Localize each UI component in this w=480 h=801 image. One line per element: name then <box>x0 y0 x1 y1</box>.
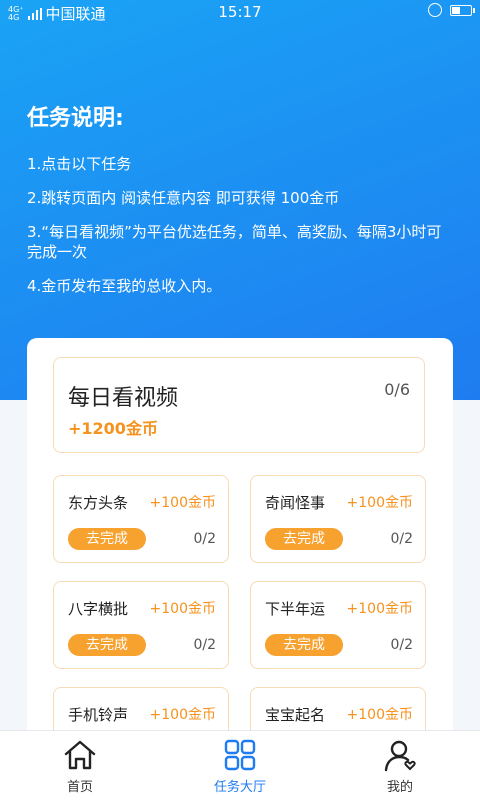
tab-label: 任务大厅 <box>213 780 266 795</box>
complete-button[interactable]: 去完成 <box>265 634 343 656</box>
instruction-line: 1.点击以下任务 <box>27 155 132 173</box>
complete-button[interactable]: 去完成 <box>68 634 146 656</box>
task-panel: 每日看视频 0/6 +1200金币 东方头条 +100金币 去完成 0/2 奇闻… <box>27 338 453 758</box>
task-card[interactable]: 东方头条 +100金币 去完成 0/2 <box>53 475 229 563</box>
daily-video-task-card[interactable]: 每日看视频 0/6 +1200金币 <box>53 357 425 453</box>
task-name: 东方头条 <box>68 494 129 512</box>
task-reward: +100金币 <box>149 601 216 617</box>
task-reward: +100金币 <box>346 707 413 723</box>
task-name: 奇闻怪事 <box>265 494 326 512</box>
main-task-count: 0/6 <box>384 380 410 399</box>
complete-button[interactable]: 去完成 <box>68 528 146 550</box>
home-icon <box>64 740 96 770</box>
task-progress: 0/2 <box>193 637 216 653</box>
task-card[interactable]: 八字横批 +100金币 去完成 0/2 <box>53 581 229 669</box>
instruction-line: 4.金币发布至我的总收入内。 <box>27 277 222 295</box>
instruction-line: 2.跳转页面内 阅读任意内容 即可获得 100金币 <box>27 189 340 207</box>
user-icon <box>384 740 416 772</box>
task-card[interactable]: 奇闻怪事 +100金币 去完成 0/2 <box>250 475 426 563</box>
task-reward: +100金币 <box>346 495 413 511</box>
task-card[interactable]: 下半年运 +100金币 去完成 0/2 <box>250 581 426 669</box>
complete-button[interactable]: 去完成 <box>265 528 343 550</box>
task-name: 八字横批 <box>68 600 129 618</box>
battery-icon <box>450 4 475 16</box>
tab-mine[interactable]: 我的 <box>320 731 480 801</box>
task-progress: 0/2 <box>193 531 216 547</box>
main-task-title: 每日看视频 <box>68 386 179 411</box>
instruction-line: 3.“每日看视频”为平台优选任务，简单、高奖励、每隔3小时可 完成一次 <box>27 223 442 261</box>
task-instructions: 任务说明: 1.点击以下任务 2.跳转页面内 阅读任意内容 即可获得 100金币… <box>27 100 447 310</box>
main-task-reward: +1200金币 <box>68 419 158 438</box>
instructions-title: 任务说明: <box>27 106 124 131</box>
tab-home[interactable]: 首页 <box>0 731 160 801</box>
task-progress: 0/2 <box>390 637 413 653</box>
rotation-lock-icon <box>428 3 442 17</box>
status-time: 15:17 <box>218 3 262 21</box>
task-name: 手机铃声 <box>68 706 129 724</box>
status-right <box>428 3 475 17</box>
task-name: 宝宝起名 <box>265 706 326 724</box>
task-progress: 0/2 <box>390 531 413 547</box>
tab-label: 我的 <box>386 780 413 795</box>
task-reward: +100金币 <box>149 707 216 723</box>
task-reward: +100金币 <box>346 601 413 617</box>
grid-icon <box>224 739 256 771</box>
status-bar: 4G⁺ 4G 中国联通 15:17 <box>0 0 480 26</box>
tab-label: 首页 <box>66 780 93 795</box>
bottom-tab-bar: 首页 任务大厅 我的 <box>0 730 480 801</box>
task-name: 下半年运 <box>265 600 326 618</box>
task-reward: +100金币 <box>149 495 216 511</box>
tab-task-hall[interactable]: 任务大厅 <box>160 731 320 801</box>
